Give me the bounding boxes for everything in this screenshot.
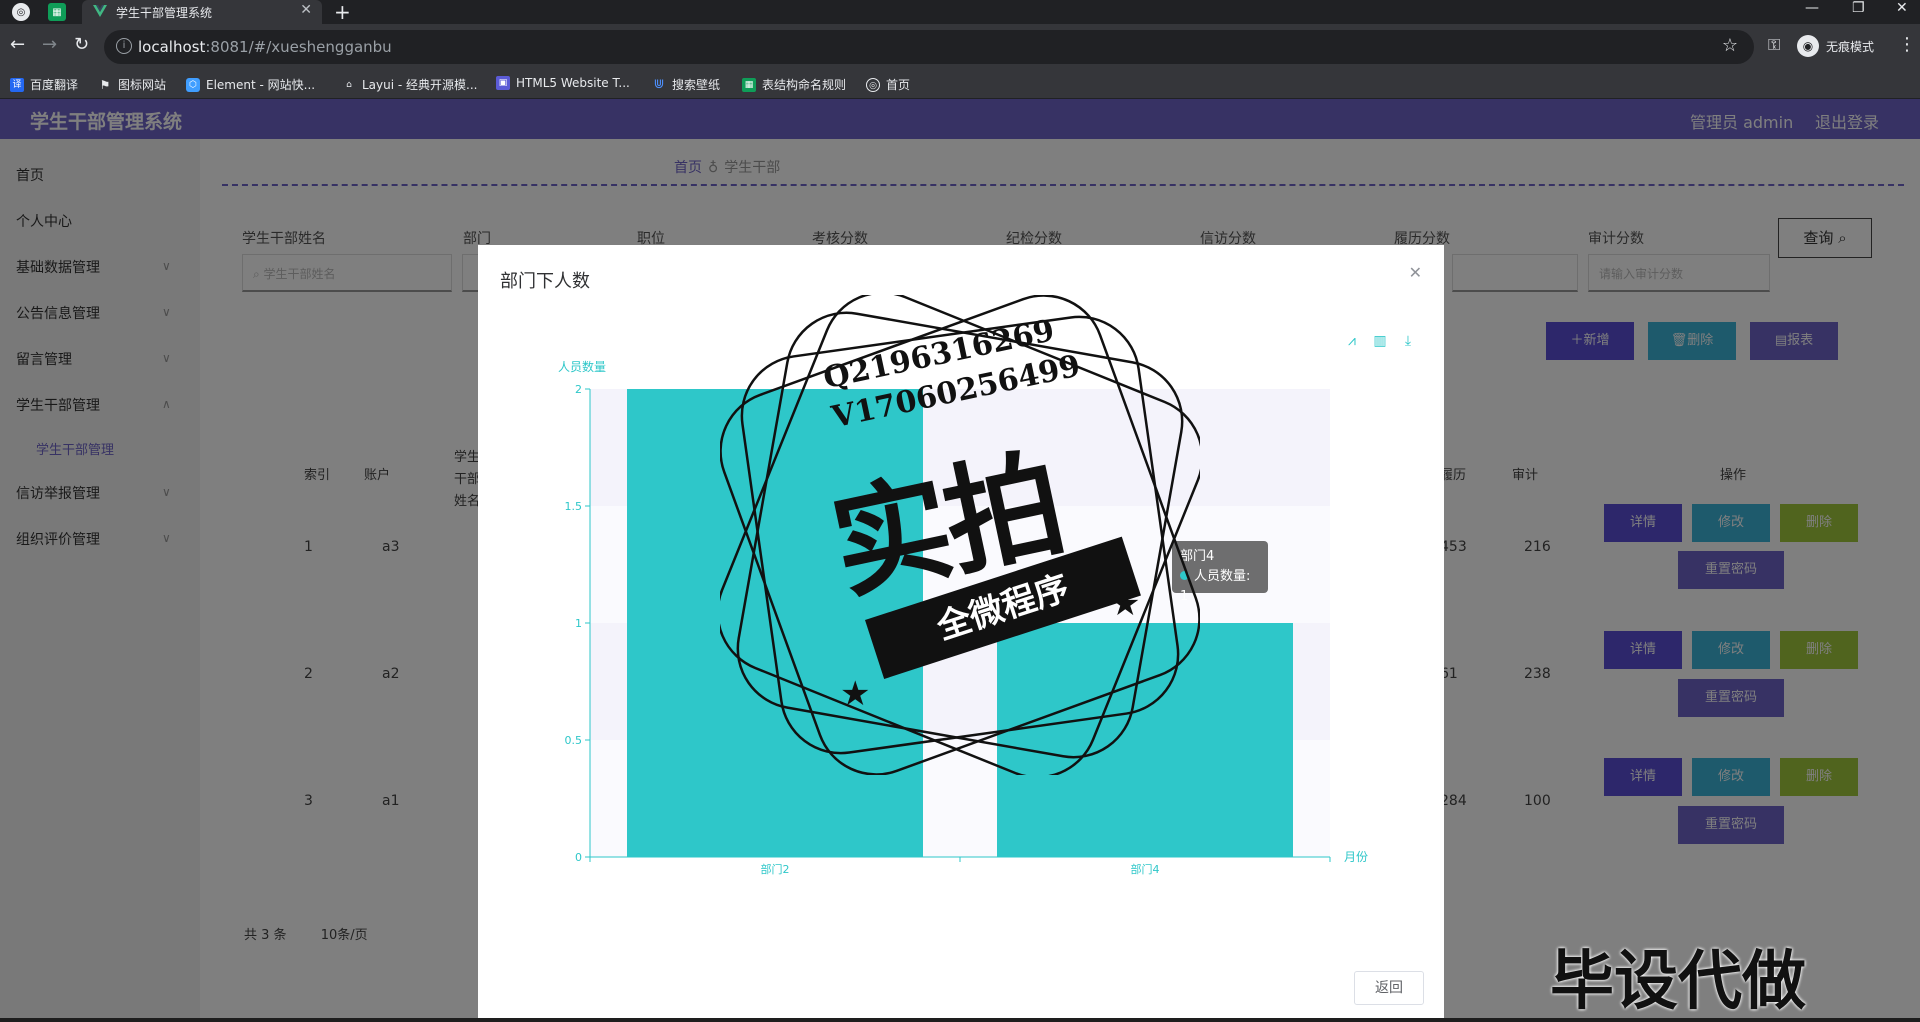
element-icon: ⬡ <box>186 77 200 92</box>
bookmark-item[interactable]: 译百度翻译 <box>10 76 78 93</box>
minimize-icon[interactable]: — <box>1805 0 1819 16</box>
bookmark-label: HTML5 Website T... <box>516 76 630 90</box>
bookmark-star-icon[interactable]: ☆ <box>1722 35 1738 56</box>
bookmark-label: 表结构命名规则 <box>762 78 847 92</box>
restore-icon[interactable]: ❐ <box>1852 0 1865 16</box>
bookmark-item[interactable]: ▦ 表结构命名规则 <box>742 76 846 93</box>
tooltip-title: 部门4 <box>1180 549 1215 564</box>
translate-icon: 译 <box>10 77 24 92</box>
layui-icon: ⌂ <box>346 79 352 90</box>
vue-logo-icon <box>93 5 107 17</box>
dialog-close-icon[interactable]: ✕ <box>1409 263 1422 282</box>
bookmark-label: 图标网站 <box>118 78 167 92</box>
bookmark-label: 首页 <box>886 78 911 92</box>
bookmark-item[interactable]: ⌂ Layui - 经典开源模... <box>342 76 477 93</box>
key-icon[interactable]: ⚿ <box>1768 35 1780 55</box>
site-info-icon[interactable]: i <box>116 38 132 54</box>
series-marker <box>1180 571 1189 580</box>
address-bar-row: ← → ↻ i localhost:8081/#/xueshengganbu ☆… <box>0 24 1920 69</box>
tab-strip: ◎ ▦ 学生干部管理系统 ✕ + — ❐ ✕ <box>0 0 1920 24</box>
bookmark-item[interactable]: ⋓ 搜索壁纸 <box>652 76 720 93</box>
bookmark-label: 搜索壁纸 <box>672 78 721 92</box>
x-axis-label: 月份 <box>1344 850 1368 864</box>
bookmark-item[interactable]: ⬡ Element - 网站快... <box>186 76 315 93</box>
browser-menu-icon[interactable]: ⋮ <box>1898 34 1916 55</box>
tab-title: 学生干部管理系统 <box>116 6 213 20</box>
sheets-tab-icon[interactable]: ▦ <box>48 3 66 21</box>
new-tab-icon[interactable]: + <box>334 0 351 24</box>
y-tick-label: 0 <box>575 851 582 864</box>
flag-icon: ⚑ <box>99 77 111 92</box>
incognito-icon[interactable]: ◉ <box>1797 35 1819 57</box>
back-arrow-icon[interactable]: ← <box>10 34 25 55</box>
x-tick-label: 部门2 <box>761 862 790 876</box>
chrome-logo-icon[interactable]: ◎ <box>12 3 30 21</box>
window-close-icon[interactable]: ✕ <box>1896 0 1908 16</box>
y-axis-label: 人员数量 <box>558 359 606 374</box>
dialog-title: 部门下人数 <box>500 271 590 292</box>
reload-icon[interactable]: ↻ <box>74 34 89 55</box>
y-tick-label: 2 <box>575 383 582 396</box>
chart-tooltip: 部门4 人员数量: 1 <box>1172 541 1268 604</box>
forward-arrow-icon[interactable]: → <box>42 34 57 55</box>
tooltip-value: 人员数量: 1 <box>1180 569 1251 604</box>
html5-icon: ▣ <box>496 76 510 90</box>
x-tick-label: 部门4 <box>1131 862 1160 876</box>
y-tick-label: 1 <box>575 617 582 630</box>
wallpaper-icon: ⋓ <box>653 76 665 92</box>
tooltip-entry: 人员数量: 1 <box>1180 567 1260 607</box>
bookmark-label: 百度翻译 <box>30 78 79 92</box>
globe-icon: ◎ <box>866 77 880 92</box>
incognito-label[interactable]: 无痕模式 <box>1826 38 1874 55</box>
sheet-icon: ▦ <box>742 77 756 92</box>
bookmarks-bar: 译百度翻译 ⚑ 图标网站 ⬡ Element - 网站快... ⌂ Layui - 经… <box>0 69 1920 99</box>
bookmark-item[interactable]: ▣ HTML5 Website T... <box>496 76 630 90</box>
bookmark-label: Element - 网站快... <box>206 78 316 92</box>
tab-active[interactable]: 学生干部管理系统 ✕ <box>82 0 322 24</box>
bookmark-item[interactable]: ◎ 首页 <box>866 76 910 93</box>
watermark-bottom-text: 毕设代做 <box>1550 945 1806 1019</box>
back-button[interactable]: 返回 <box>1354 971 1424 1005</box>
tab-close-icon[interactable]: ✕ <box>300 2 312 18</box>
url-text: localhost:8081/#/xueshengganbu <box>138 38 392 56</box>
bookmark-label: Layui - 经典开源模... <box>362 78 478 92</box>
url-input[interactable]: i localhost:8081/#/xueshengganbu ☆ <box>104 30 1754 64</box>
browser-frame: ◎ ▦ 学生干部管理系统 ✕ + — ❐ ✕ ← → ↻ i localhost… <box>0 0 1920 99</box>
y-tick-label: 0.5 <box>565 734 583 747</box>
bar-2 <box>997 623 1293 857</box>
bookmark-item[interactable]: ⚑ 图标网站 <box>98 76 166 93</box>
y-tick-label: 1.5 <box>565 500 583 513</box>
